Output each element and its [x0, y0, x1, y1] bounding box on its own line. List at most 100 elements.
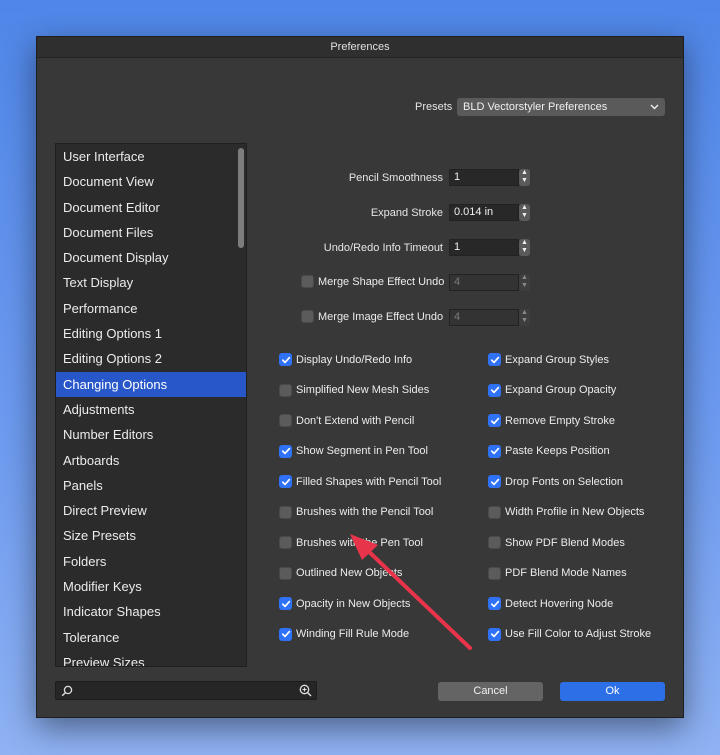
- option-expand-group-styles-checkbox[interactable]: Expand Group Styles: [488, 353, 609, 366]
- checkbox-box[interactable]: [301, 275, 314, 288]
- option-expand-group-opacity-checkbox[interactable]: Expand Group Opacity: [488, 383, 616, 397]
- checkmark-icon[interactable]: [279, 597, 292, 610]
- pencil-smoothness-field[interactable]: 1: [449, 169, 519, 186]
- checkmark-icon[interactable]: [488, 414, 501, 427]
- option-brushes-with-the-pen-tool-checkbox[interactable]: Brushes with the Pen Tool: [279, 536, 423, 549]
- option-label: Winding Fill Rule Mode: [296, 628, 410, 640]
- option-outlined-new-objects-checkbox[interactable]: Outlined New Objects: [279, 566, 402, 580]
- sidebar-item-document-display[interactable]: Document Display: [56, 245, 246, 270]
- sidebar-item-preview-sizes[interactable]: Preview Sizes: [56, 650, 246, 666]
- checkmark-icon[interactable]: [279, 353, 292, 366]
- merge-image-effect-undo-field[interactable]: 4: [449, 309, 519, 326]
- merge-shape-effect-undo-checkbox[interactable]: Merge Shape Effect Undo: [301, 275, 444, 288]
- sidebar-item-user-interface[interactable]: User Interface: [56, 144, 246, 169]
- checkbox-box[interactable]: [488, 505, 501, 519]
- pencil-smoothness-stepper[interactable]: ▲ ▼: [519, 169, 530, 186]
- preferences-category-list[interactable]: User Interface Document View Document Edit…: [55, 143, 247, 667]
- option-display-undo-redo-info-checkbox[interactable]: Display Undo/Redo Info: [279, 353, 412, 366]
- option-label: Width Profile in New Objects: [505, 506, 645, 518]
- sidebar-item-artboards[interactable]: Artboards: [56, 448, 246, 473]
- search-input[interactable]: [76, 682, 291, 699]
- sidebar-scrollbar[interactable]: [238, 148, 244, 248]
- option-drop-fonts-on-selection-checkbox[interactable]: Drop Fonts on Selection: [488, 475, 623, 488]
- option-brushes-with-the-pencil-tool-checkbox[interactable]: Brushes with the Pencil Tool: [279, 505, 434, 519]
- zoom-in-icon[interactable]: [299, 684, 312, 697]
- checkmark-icon[interactable]: [279, 475, 292, 488]
- sidebar-item-tolerance[interactable]: Tolerance: [56, 625, 246, 650]
- presets-dropdown[interactable]: BLD Vectorstyler Preferences: [457, 98, 665, 116]
- sidebar-item-modifier-keys[interactable]: Modifier Keys: [56, 574, 246, 599]
- option-width-profile-in-new-objects-checkbox[interactable]: Width Profile in New Objects: [488, 505, 645, 519]
- checkmark-icon[interactable]: [279, 627, 292, 641]
- expand-stroke-field[interactable]: 0.014 in: [449, 204, 519, 221]
- sidebar-item-document-files[interactable]: Document Files: [56, 220, 246, 245]
- option-label: Show PDF Blend Modes: [505, 536, 625, 549]
- option-don-t-extend-with-pencil-checkbox[interactable]: Don't Extend with Pencil: [279, 414, 414, 427]
- option-label: Simplified New Mesh Sides: [296, 384, 430, 396]
- sidebar-item-editing-options-1[interactable]: Editing Options 1: [56, 321, 246, 346]
- option-use-fill-color-to-adjust-stroke-checkbox[interactable]: Use Fill Color to Adjust Stroke: [488, 627, 651, 641]
- checkbox-box[interactable]: [279, 536, 292, 549]
- preferences-window: Preferences Presets BLD Vectorstyler Pre…: [36, 36, 684, 718]
- merge-shape-effect-undo-label: Merge Shape Effect Undo: [318, 275, 445, 288]
- expand-stroke-stepper[interactable]: ▲ ▼: [519, 204, 530, 221]
- checkbox-box[interactable]: [279, 566, 292, 580]
- checkmark-icon[interactable]: [488, 475, 501, 488]
- sidebar-item-panels[interactable]: Panels: [56, 473, 246, 498]
- checkmark-icon[interactable]: [488, 353, 501, 366]
- checkmark-icon[interactable]: [488, 444, 501, 458]
- sidebar-item-direct-preview[interactable]: Direct Preview: [56, 498, 246, 523]
- checkmark-icon[interactable]: [488, 597, 501, 610]
- undo-redo-timeout-field[interactable]: 1: [449, 239, 519, 256]
- option-winding-fill-rule-mode-checkbox[interactable]: Winding Fill Rule Mode: [279, 627, 410, 641]
- merge-shape-effect-undo-field[interactable]: 4: [449, 274, 519, 291]
- option-label: Paste Keeps Position: [505, 445, 610, 457]
- checkbox-box[interactable]: [488, 536, 501, 549]
- checkmark-icon[interactable]: [488, 627, 501, 641]
- presets-selected-value: BLD Vectorstyler Preferences: [463, 101, 608, 113]
- sidebar-item-text-display[interactable]: Text Display: [56, 270, 246, 295]
- undo-redo-timeout-stepper[interactable]: ▲ ▼: [519, 239, 530, 256]
- checkmark-icon[interactable]: [279, 444, 292, 458]
- option-label: Brushes with the Pencil Tool: [296, 506, 434, 518]
- checkbox-box[interactable]: [279, 505, 292, 519]
- presets-label: Presets: [415, 101, 453, 113]
- option-opacity-in-new-objects-checkbox[interactable]: Opacity in New Objects: [279, 597, 410, 610]
- sidebar-item-folders[interactable]: Folders: [56, 549, 246, 574]
- option-show-pdf-blend-modes-checkbox[interactable]: Show PDF Blend Modes: [488, 536, 625, 549]
- option-show-segment-in-pen-tool-checkbox[interactable]: Show Segment in Pen Tool: [279, 444, 428, 458]
- merge-image-effect-undo-checkbox[interactable]: Merge Image Effect Undo: [301, 310, 443, 323]
- checkbox-box[interactable]: [301, 310, 314, 323]
- option-label: PDF Blend Mode Names: [505, 567, 627, 579]
- checkbox-box[interactable]: [279, 414, 292, 427]
- checkbox-box[interactable]: [488, 566, 501, 580]
- sidebar-item-document-editor[interactable]: Document Editor: [56, 195, 246, 220]
- sidebar-item-document-view[interactable]: Document View: [56, 169, 246, 194]
- chevron-down-icon: [649, 98, 660, 122]
- sidebar-item-indicator-shapes[interactable]: Indicator Shapes: [56, 599, 246, 624]
- checkmark-icon[interactable]: [488, 383, 501, 397]
- option-remove-empty-stroke-checkbox[interactable]: Remove Empty Stroke: [488, 414, 615, 427]
- ok-button[interactable]: Ok: [560, 682, 665, 701]
- sidebar-item-changing-options[interactable]: Changing Options: [56, 371, 246, 397]
- sidebar-item-number-editors[interactable]: Number Editors: [56, 422, 246, 447]
- option-detect-hovering-node-checkbox[interactable]: Detect Hovering Node: [488, 597, 613, 610]
- sidebar-item-adjustments[interactable]: Adjustments: [56, 397, 246, 422]
- option-filled-shapes-with-pencil-tool-checkbox[interactable]: Filled Shapes with Pencil Tool: [279, 475, 441, 488]
- pencil-smoothness-label: Pencil Smoothness: [348, 172, 443, 184]
- sidebar-item-performance[interactable]: Performance: [56, 296, 246, 321]
- expand-stroke-label: Expand Stroke: [370, 207, 443, 219]
- option-label: Expand Group Styles: [505, 353, 609, 366]
- sidebar-item-size-presets[interactable]: Size Presets: [56, 523, 246, 548]
- merge-shape-effect-undo-stepper[interactable]: ▲ ▼: [519, 274, 530, 291]
- option-pdf-blend-mode-names-checkbox[interactable]: PDF Blend Mode Names: [488, 566, 627, 580]
- option-label: Remove Empty Stroke: [505, 414, 616, 427]
- merge-image-effect-undo-stepper[interactable]: ▲ ▼: [519, 309, 530, 326]
- search-field[interactable]: [55, 681, 317, 700]
- sidebar-item-editing-options-2[interactable]: Editing Options 2: [56, 346, 246, 371]
- option-paste-keeps-position-checkbox[interactable]: Paste Keeps Position: [488, 444, 610, 458]
- cancel-button[interactable]: Cancel: [438, 682, 543, 701]
- option-label: Show Segment in Pen Tool: [296, 445, 428, 457]
- checkbox-box[interactable]: [279, 383, 292, 397]
- option-simplified-new-mesh-sides-checkbox[interactable]: Simplified New Mesh Sides: [279, 383, 430, 397]
